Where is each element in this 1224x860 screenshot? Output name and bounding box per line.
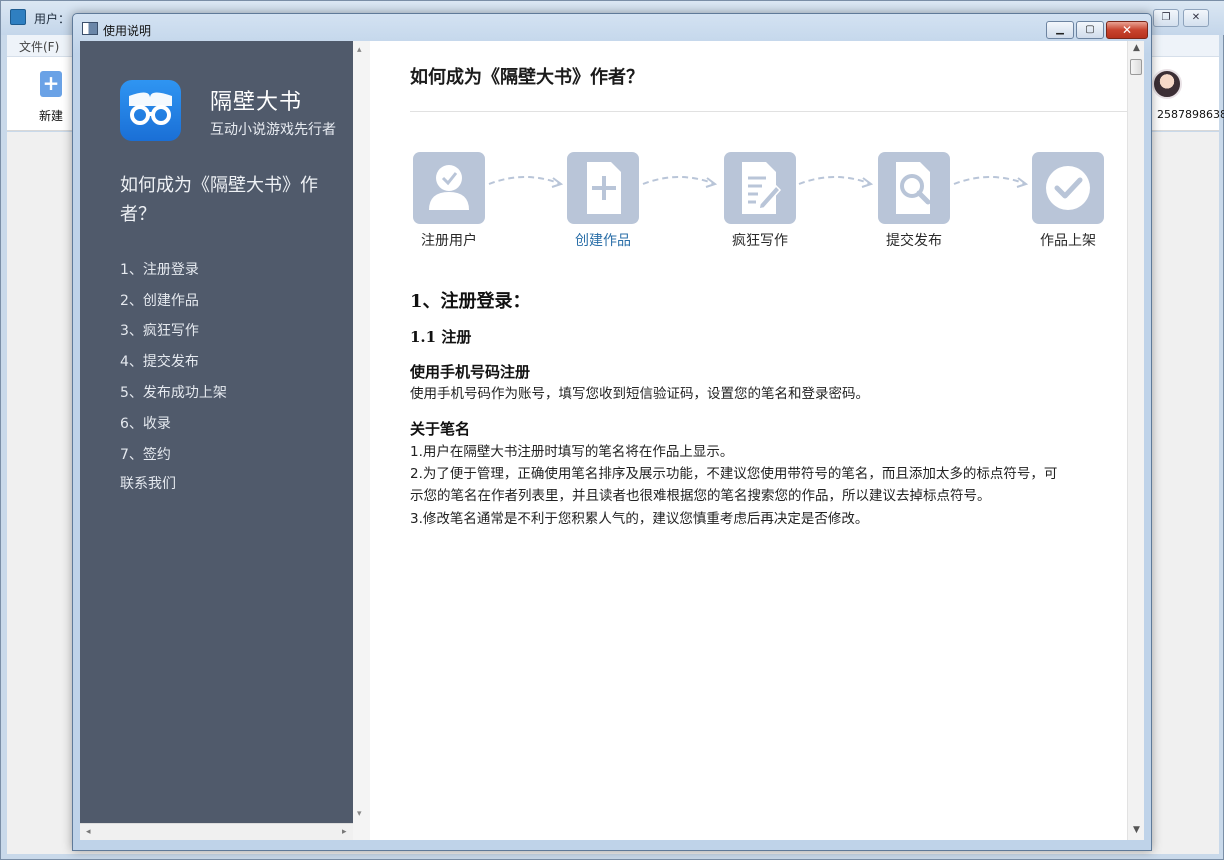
sidebar-link-register[interactable]: 1、注册登录	[120, 259, 199, 279]
step-shelf: 作品上架	[1031, 152, 1105, 250]
new-document-icon: +	[40, 71, 62, 97]
help-sidebar: 隔壁大书 互动小说游戏先行者 如何成为《隔壁大书》作者？ 1、注册登录 2、创建…	[80, 41, 353, 823]
dialog-minimize-button[interactable]: ▁	[1046, 21, 1074, 39]
penname-line: 3.修改笔名通常是不利于您积累人气的，建议您慎重考虑后再决定是否修改。	[410, 511, 869, 527]
content-vertical-scrollbar[interactable]: ▲ ▼	[1127, 41, 1144, 840]
dashed-arrow-icon	[488, 176, 564, 188]
add-document-icon	[567, 152, 639, 224]
sidebar-link-create[interactable]: 2、创建作品	[120, 290, 199, 310]
glasses-book-icon	[120, 80, 181, 141]
page-title: 如何成为《隔壁大书》作者？	[410, 67, 644, 88]
main-app-close-button[interactable]: ✕	[1183, 9, 1209, 27]
step-label: 注册用户	[421, 233, 477, 249]
user-id: 2587898638	[1157, 108, 1224, 121]
penname-line: 2.为了便于管理，正确使用笔名排序及展示功能，不建议您使用带符号的笔名，而且添加…	[410, 466, 1058, 482]
user-avatar[interactable]	[1152, 69, 1182, 99]
dashed-arrow-icon	[642, 176, 718, 188]
dialog-title: 使用说明	[103, 24, 152, 38]
step-label: 疯狂写作	[732, 233, 788, 249]
dashed-arrow-icon	[953, 176, 1029, 188]
sidebar-link-contract[interactable]: 7、签约	[120, 444, 171, 464]
scroll-up-icon[interactable]: ▴	[357, 45, 362, 55]
phone-register-text: 使用手机号码作为账号，填写您收到短信验证码，设置您的笔名和登录密码。	[410, 386, 869, 402]
scroll-left-icon[interactable]: ◂	[86, 827, 91, 837]
sidebar-app-slogan: 互动小说游戏先行者	[210, 122, 336, 138]
step-label: 提交发布	[886, 233, 942, 249]
subsection-title: 1.1 注册	[410, 328, 472, 346]
dialog-close-button[interactable]: ✕	[1106, 21, 1148, 39]
step-label-active: 创建作品	[575, 233, 631, 249]
sidebar-link-publish[interactable]: 5、发布成功上架	[120, 382, 227, 402]
step-label: 作品上架	[1040, 233, 1096, 249]
sidebar-link-contact[interactable]: 联系我们	[120, 473, 176, 493]
main-app-restore-button[interactable]: ❐	[1153, 9, 1179, 27]
new-button[interactable]: + 新建	[31, 69, 71, 125]
search-document-icon	[878, 152, 950, 224]
sidebar-app-name: 隔壁大书	[210, 90, 303, 115]
sidebar-heading: 如何成为《隔壁大书》作者？	[120, 175, 318, 225]
sidebar-vertical-scrollbar[interactable]: ▴ ▾	[353, 41, 370, 840]
scroll-right-icon[interactable]: ▸	[342, 827, 347, 837]
sidebar-horizontal-scrollbar[interactable]: ◂ ▸	[80, 823, 353, 840]
sidebar-link-include[interactable]: 6、收录	[120, 413, 171, 433]
penname-line: 1.用户在隔壁大书注册时填写的笔名将在作品上显示。	[410, 444, 734, 460]
step-submit: 提交发布	[877, 152, 951, 250]
dashed-arrow-icon	[798, 176, 874, 188]
penname-title: 关于笔名	[410, 420, 471, 438]
scroll-up-icon[interactable]: ▲	[1133, 43, 1140, 53]
menu-file[interactable]: 文件(F)	[19, 38, 59, 55]
help-content: 如何成为《隔壁大书》作者？ 注册用户 创建作品 疯狂写作 提交发布 作品上架 1…	[370, 41, 1127, 840]
dialog-maximize-button[interactable]: ▢	[1076, 21, 1104, 39]
phone-register-title: 使用手机号码注册	[410, 363, 531, 381]
user-check-icon	[413, 152, 485, 224]
section-title: 1、注册登录：	[410, 291, 531, 312]
step-create: 创建作品	[566, 152, 640, 250]
app-icon	[10, 9, 26, 25]
sidebar-link-write[interactable]: 3、疯狂写作	[120, 320, 199, 340]
step-write: 疯狂写作	[723, 152, 797, 250]
scrollbar-thumb[interactable]	[1130, 59, 1142, 75]
dialog-window-icon	[82, 22, 98, 35]
main-app-title: 用户：	[34, 12, 71, 26]
scroll-down-icon[interactable]: ▾	[357, 809, 362, 819]
scroll-down-icon[interactable]: ▼	[1133, 825, 1140, 835]
sidebar-link-submit[interactable]: 4、提交发布	[120, 351, 199, 371]
new-button-label: 新建	[38, 109, 63, 123]
step-register: 注册用户	[412, 152, 486, 250]
write-document-icon	[724, 152, 796, 224]
check-circle-icon	[1032, 152, 1104, 224]
title-divider	[410, 111, 1127, 112]
penname-line: 示您的笔名在作者列表里，并且读者也很难根据您的笔名搜索您的作品，所以建议去掉标点…	[410, 488, 991, 504]
